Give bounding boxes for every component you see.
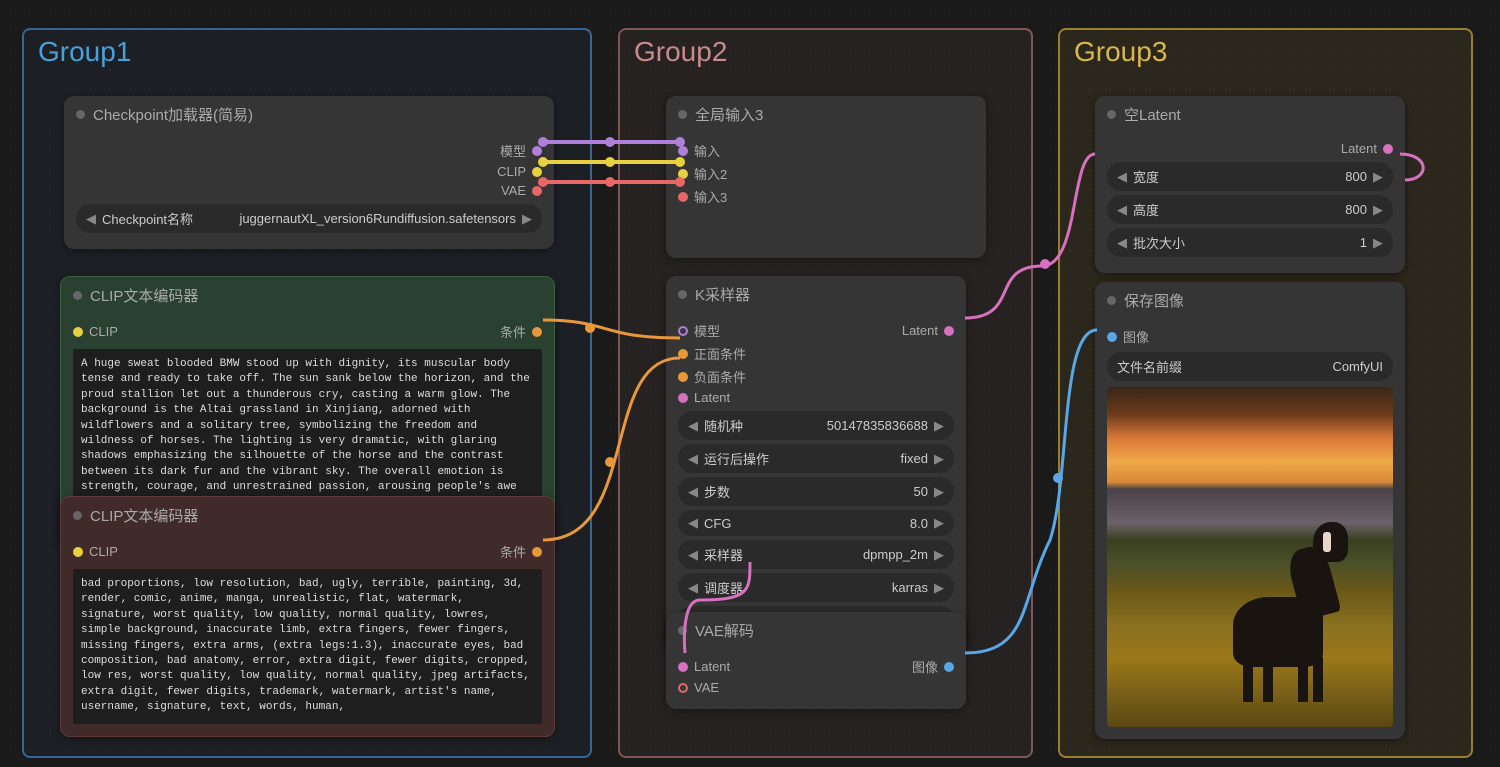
input-port-model[interactable] <box>678 326 688 336</box>
chevron-left-icon[interactable]: ◀ <box>86 211 96 227</box>
output-port-image[interactable] <box>944 662 954 672</box>
node-header[interactable]: CLIP文本编码器 <box>61 277 554 314</box>
node-save-image[interactable]: 保存图像 图像 文件名前缀 ComfyUI <box>1095 282 1405 739</box>
input-port-clip[interactable] <box>73 327 83 337</box>
chevron-right-icon[interactable]: ▶ <box>1373 235 1383 251</box>
node-header[interactable]: 保存图像 <box>1095 282 1405 319</box>
input-port-latent[interactable]: Latent <box>678 388 954 407</box>
input-port-3[interactable]: 输入3 <box>678 185 974 208</box>
node-title: Checkpoint加载器(简易) <box>93 104 253 125</box>
input-port-vae[interactable]: VAE <box>678 678 954 697</box>
output-image-preview[interactable] <box>1107 387 1393 727</box>
chevron-right-icon[interactable]: ▶ <box>934 580 944 596</box>
node-header[interactable]: 空Latent <box>1095 96 1405 133</box>
chevron-right-icon[interactable]: ▶ <box>934 515 944 531</box>
input-port-clip[interactable] <box>73 547 83 557</box>
node-vae-decode[interactable]: VAE解码 Latent 图像 VAE <box>666 612 966 709</box>
chevron-left-icon[interactable]: ◀ <box>688 418 698 434</box>
widget-步数[interactable]: ◀步数50▶ <box>678 477 954 506</box>
node-clip-text-encode-negative[interactable]: CLIP文本编码器 CLIP 条件 bad proportions, low r… <box>60 496 555 737</box>
checkpoint-name-widget[interactable]: ◀ Checkpoint名称 juggernautXL_version6Rund… <box>76 204 542 233</box>
node-header[interactable]: K采样器 <box>666 276 966 313</box>
node-header[interactable]: Checkpoint加载器(简易) <box>64 96 554 133</box>
output-port-clip[interactable]: CLIP <box>76 162 542 181</box>
input-port-negative[interactable]: 负面条件 <box>678 365 954 388</box>
collapse-dot-icon[interactable] <box>73 511 82 520</box>
node-header[interactable]: 全局输入3 <box>666 96 986 133</box>
output-port-model[interactable]: 模型 <box>76 139 542 162</box>
collapse-dot-icon[interactable] <box>678 110 687 119</box>
chevron-left-icon[interactable]: ◀ <box>1117 202 1127 218</box>
node-checkpoint-loader[interactable]: Checkpoint加载器(简易) 模型 CLIP VAE ◀ Checkpoi… <box>64 96 554 249</box>
widget-随机种[interactable]: ◀随机种50147835836688▶ <box>678 411 954 440</box>
input-port-image[interactable]: 图像 <box>1107 325 1393 348</box>
chevron-right-icon[interactable]: ▶ <box>934 451 944 467</box>
output-port-latent[interactable] <box>944 326 954 336</box>
node-header[interactable]: CLIP文本编码器 <box>61 497 554 534</box>
group-2-title: Group2 <box>620 30 1031 74</box>
widget-调度器[interactable]: ◀调度器karras▶ <box>678 573 954 602</box>
chevron-right-icon[interactable]: ▶ <box>934 547 944 563</box>
chevron-left-icon[interactable]: ◀ <box>1117 169 1127 185</box>
widget-宽度[interactable]: ◀宽度800▶ <box>1107 162 1393 191</box>
node-title: VAE解码 <box>695 620 754 641</box>
chevron-left-icon[interactable]: ◀ <box>688 451 698 467</box>
input-port-1[interactable]: 输入 <box>678 139 974 162</box>
output-port-conditioning[interactable] <box>532 547 542 557</box>
input-port-latent[interactable] <box>678 662 688 672</box>
widget-CFG[interactable]: ◀CFG8.0▶ <box>678 510 954 536</box>
input-port-positive[interactable]: 正面条件 <box>678 342 954 365</box>
prompt-textarea[interactable]: bad proportions, low resolution, bad, ug… <box>73 569 542 724</box>
node-empty-latent[interactable]: 空Latent Latent ◀宽度800▶ ◀高度800▶ ◀批次大小1▶ <box>1095 96 1405 273</box>
chevron-right-icon[interactable]: ▶ <box>1373 202 1383 218</box>
chevron-right-icon[interactable]: ▶ <box>522 211 532 227</box>
chevron-left-icon[interactable]: ◀ <box>688 484 698 500</box>
chevron-left-icon[interactable]: ◀ <box>688 515 698 531</box>
output-port-vae[interactable]: VAE <box>76 181 542 200</box>
node-ksampler[interactable]: K采样器 模型 Latent 正面条件 负面条件 Latent ◀随机种5014… <box>666 276 966 651</box>
collapse-dot-icon[interactable] <box>1107 110 1116 119</box>
widget-采样器[interactable]: ◀采样器dpmpp_2m▶ <box>678 540 954 569</box>
chevron-right-icon[interactable]: ▶ <box>934 418 944 434</box>
chevron-right-icon[interactable]: ▶ <box>1373 169 1383 185</box>
node-title: 空Latent <box>1124 104 1181 125</box>
collapse-dot-icon[interactable] <box>678 290 687 299</box>
chevron-right-icon[interactable]: ▶ <box>934 484 944 500</box>
node-title: 保存图像 <box>1124 290 1184 311</box>
widget-批次大小[interactable]: ◀批次大小1▶ <box>1107 228 1393 257</box>
chevron-left-icon[interactable]: ◀ <box>1117 235 1127 251</box>
collapse-dot-icon[interactable] <box>73 291 82 300</box>
collapse-dot-icon[interactable] <box>1107 296 1116 305</box>
collapse-dot-icon[interactable] <box>76 110 85 119</box>
group-1-title: Group1 <box>24 30 590 74</box>
output-port-conditioning[interactable] <box>532 327 542 337</box>
output-port-latent[interactable]: Latent <box>1107 139 1393 158</box>
chevron-left-icon[interactable]: ◀ <box>688 547 698 563</box>
node-global-input-3[interactable]: 全局输入3 输入 输入2 输入3 <box>666 96 986 258</box>
widget-运行后操作[interactable]: ◀运行后操作fixed▶ <box>678 444 954 473</box>
node-title: K采样器 <box>695 284 750 305</box>
node-title: CLIP文本编码器 <box>90 285 198 306</box>
node-title: CLIP文本编码器 <box>90 505 198 526</box>
input-port-2[interactable]: 输入2 <box>678 162 974 185</box>
collapse-dot-icon[interactable] <box>678 626 687 635</box>
widget-高度[interactable]: ◀高度800▶ <box>1107 195 1393 224</box>
node-title: 全局输入3 <box>695 104 763 125</box>
filename-prefix-widget[interactable]: 文件名前缀 ComfyUI <box>1107 352 1393 381</box>
chevron-left-icon[interactable]: ◀ <box>688 580 698 596</box>
group-3-title: Group3 <box>1060 30 1471 74</box>
node-header[interactable]: VAE解码 <box>666 612 966 649</box>
